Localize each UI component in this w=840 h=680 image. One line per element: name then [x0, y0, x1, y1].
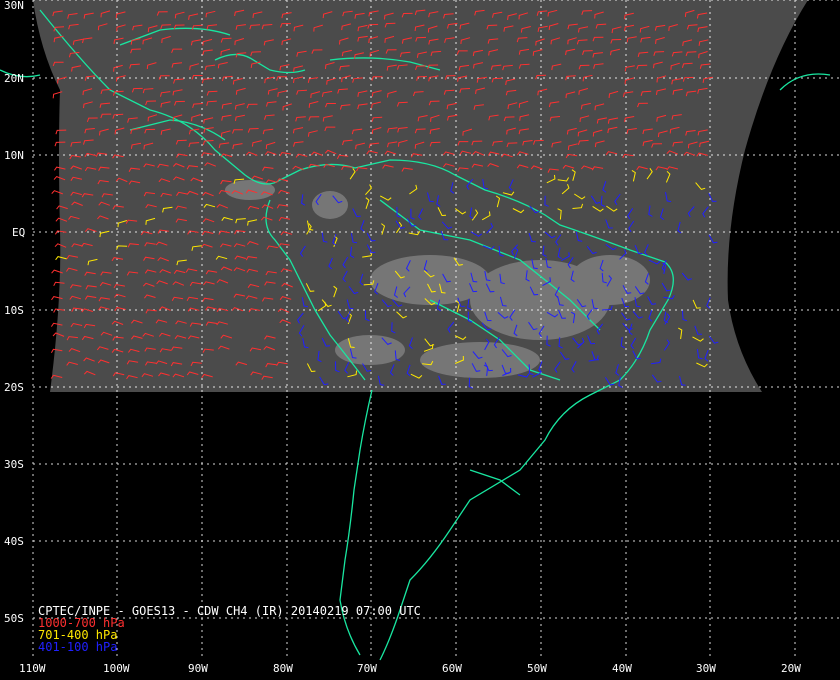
lon-label: 20W [781, 662, 801, 675]
lat-label: 50S [4, 612, 24, 625]
lat-label: 10N [4, 149, 24, 162]
lon-label: 50W [527, 662, 547, 675]
lat-label: 20S [4, 381, 24, 394]
lat-label: 20N [4, 72, 24, 85]
satellite-image [33, 0, 808, 392]
lat-label: 30N [4, 0, 24, 12]
lat-label: 10S [4, 304, 24, 317]
lon-label: 40W [612, 662, 632, 675]
map-caption: CPTEC/INPE - GOES13 - CDW CH4 (IR) 20140… [38, 605, 421, 653]
wind-map [0, 0, 840, 680]
lon-label: 80W [273, 662, 293, 675]
lon-label: 110W [19, 662, 46, 675]
lat-label: 30S [4, 458, 24, 471]
lon-label: 90W [188, 662, 208, 675]
lat-label: 40S [4, 535, 24, 548]
lon-label: 30W [696, 662, 716, 675]
lon-label: 60W [442, 662, 462, 675]
legend-high-level: 401-100 hPa [38, 640, 118, 654]
lat-label: EQ [12, 226, 26, 239]
lon-label: 100W [103, 662, 130, 675]
lon-label: 70W [357, 662, 377, 675]
